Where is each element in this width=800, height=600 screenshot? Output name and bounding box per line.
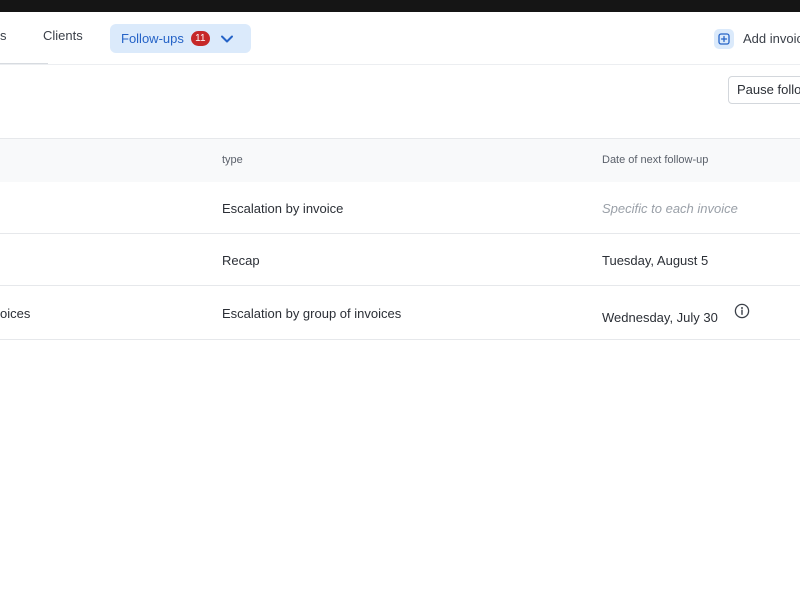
add-invoice-label: Add invoic [743, 31, 800, 46]
table-row[interactable]: oices Escalation by group of invoices We… [0, 286, 800, 340]
plus-square-icon [714, 28, 734, 49]
row-name-cell: oices [0, 306, 31, 321]
row-next-date-cell: Tuesday, August 5 [602, 253, 709, 268]
nav-tab-underline [0, 63, 48, 64]
chevron-down-icon[interactable] [220, 34, 234, 44]
nav-tab-followups[interactable]: Follow-ups 11 [110, 24, 251, 53]
followups-count-badge: 11 [190, 31, 210, 46]
row-type-cell: Escalation by invoice [222, 201, 344, 216]
table-row[interactable]: Escalation by invoice Specific to each i… [0, 182, 800, 234]
add-invoice-button[interactable]: Add invoic [714, 24, 800, 53]
row-next-date-cell: Wednesday, July 30 [602, 310, 718, 325]
row-type-cell: Recap [222, 253, 260, 268]
row-type-cell: Escalation by group of invoices [222, 306, 402, 321]
row-next-date-cell: Specific to each invoice [602, 201, 738, 216]
table-header: type Date of next follow-up [0, 138, 800, 183]
table-row[interactable]: Recap Tuesday, August 5 [0, 234, 800, 286]
column-header-type[interactable]: type [222, 154, 243, 166]
column-header-next-followup[interactable]: Date of next follow-up [602, 154, 708, 166]
info-circle-icon[interactable] [734, 303, 750, 319]
top-navigation: s Clients Follow-ups 11 Add invoic [0, 12, 800, 65]
pause-followups-button[interactable]: Pause follo [728, 76, 800, 104]
nav-tab-partial[interactable]: s [0, 28, 7, 43]
nav-tab-followups-label: Follow-ups [121, 31, 184, 46]
nav-tab-clients[interactable]: Clients [30, 18, 96, 53]
window-top-strip [0, 0, 800, 12]
